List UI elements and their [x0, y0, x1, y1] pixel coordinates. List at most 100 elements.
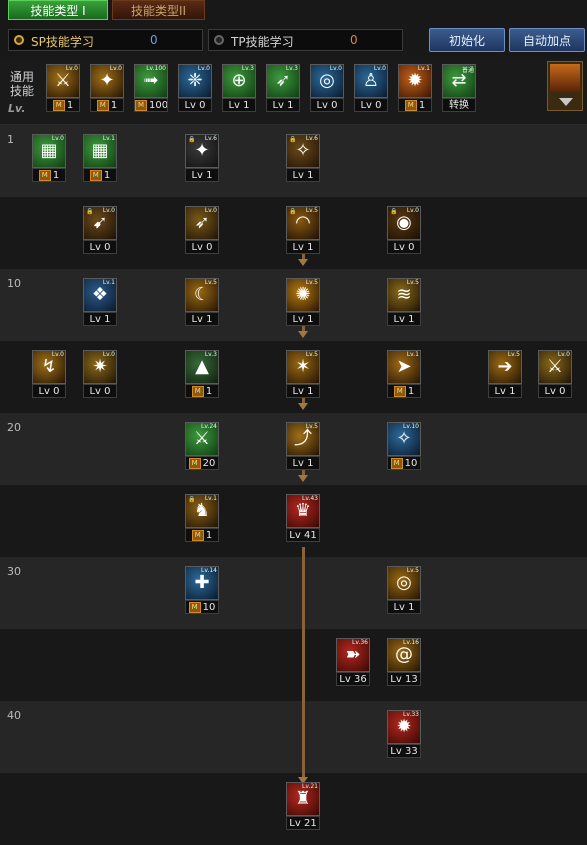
spin-icon[interactable]: Lv.0 ✷	[83, 350, 117, 384]
row-level-label: 30	[7, 565, 21, 578]
skill-slot[interactable]: Lv.1 ➤ M 1	[387, 350, 421, 398]
claw-icon[interactable]: Lv.0 ✦	[90, 64, 124, 98]
skill-slot[interactable]: 🔒 Lv.0 ◉ Lv 0	[387, 206, 421, 254]
slash-icon[interactable]: Lv.0 ⚔	[538, 350, 572, 384]
leap-icon[interactable]: Lv.0 ↯	[32, 350, 66, 384]
sprint-icon[interactable]: Lv.1 ➤	[387, 350, 421, 384]
skill-slot[interactable]: Lv.14 ✚ M 10	[185, 566, 219, 614]
skill-slot[interactable]: 🔒 Lv.6 ✦ Lv 1	[185, 134, 219, 182]
flame-icon[interactable]: Lv.1 ✹	[398, 64, 432, 98]
skill-slot[interactable]: Lv.5 ⤴ Lv 1	[286, 422, 320, 470]
row-level-label: 1	[7, 133, 14, 146]
skill-slot[interactable]: Lv.5 ☾ Lv 1	[185, 278, 219, 326]
common-skill-slot[interactable]: Lv.100 ➟ M 100	[134, 64, 168, 112]
wings-icon[interactable]: Lv.0 ❈	[178, 64, 212, 98]
common-skill-slot[interactable]: Lv.1 ✹ M 1	[398, 64, 432, 112]
skill-level-caption: M 10	[185, 600, 219, 614]
rush-icon[interactable]: Lv.5 ➔	[488, 350, 522, 384]
skill-slot[interactable]: Lv.33 ✹ Lv 33	[387, 710, 421, 758]
master-badge-icon: M	[390, 457, 403, 469]
auto-allocate-button[interactable]: 自动加点	[509, 28, 585, 52]
common-skill-slot[interactable]: Lv.0 ♙ Lv 0	[354, 64, 388, 112]
switch-icon[interactable]: 普通 ⇄	[442, 64, 476, 98]
common-skill-slot[interactable]: Lv.0 ⚔ M 1	[46, 64, 80, 112]
flurry-icon[interactable]: Lv.5 ✶	[286, 350, 320, 384]
skill-slot[interactable]: Lv.5 ✶ Lv 1	[286, 350, 320, 398]
tp-radio-icon[interactable]	[214, 35, 224, 45]
kick-icon[interactable]: 🔒 Lv.0 ➹	[83, 206, 117, 240]
skill-level-caption: M1	[46, 98, 80, 112]
running-icon[interactable]: Lv.3 ➶	[266, 64, 300, 98]
green-rune-icon[interactable]: Lv.0 ▦	[32, 134, 66, 168]
skill-slot[interactable]: Lv.5 ✺ Lv 1	[286, 278, 320, 326]
skill-slot[interactable]: Lv.5 ◎ Lv 1	[387, 566, 421, 614]
tp-points-panel[interactable]: TP技能学习 0	[208, 29, 403, 51]
skill-slot[interactable]: Lv.5 ≋ Lv 1	[387, 278, 421, 326]
skill-slot[interactable]: 🔒 Lv.1 ♞ M 1	[185, 494, 219, 542]
skill-slot[interactable]: Lv.16 @ Lv 13	[387, 638, 421, 686]
common-skill-slot[interactable]: 普通 ⇄ 转换	[442, 64, 476, 112]
skill-slot[interactable]: 🔒 Lv.5 ◠ Lv 1	[286, 206, 320, 254]
blade-icon[interactable]: 🔒 Lv.6 ✦	[185, 134, 219, 168]
skill-slot[interactable]: Lv.3 ▲ M 1	[185, 350, 219, 398]
target-icon[interactable]: Lv.3 ⊕	[222, 64, 256, 98]
swirl-icon[interactable]: Lv.16 @	[387, 638, 421, 672]
skill-slot[interactable]: Lv.0 ✷ Lv 0	[83, 350, 117, 398]
skill-slot[interactable]: Lv.24 ⚔ M 20	[185, 422, 219, 470]
skill-slot[interactable]: Lv.0 ➶ Lv 0	[185, 206, 219, 254]
wave-icon[interactable]: Lv.5 ≋	[387, 278, 421, 312]
common-label-line2: 技能	[10, 84, 35, 98]
stance-icon[interactable]: 🔒 Lv.1 ♞	[185, 494, 219, 528]
skill-level-caption: Lv 1	[286, 456, 320, 470]
burst-icon[interactable]: Lv.5 ✺	[286, 278, 320, 312]
common-skill-slot[interactable]: Lv.3 ➶ Lv 1	[266, 64, 300, 112]
common-skill-slot[interactable]: Lv.0 ◎ Lv 0	[310, 64, 344, 112]
sword-slash-icon[interactable]: Lv.0 ⚔	[46, 64, 80, 98]
common-skill-slot[interactable]: Lv.0 ❈ Lv 0	[178, 64, 212, 112]
vortex-icon[interactable]: Lv.0 ◎	[310, 64, 344, 98]
tab-skill-type-2[interactable]: 技能类型II	[112, 0, 205, 20]
skill-level-text: 1	[407, 386, 415, 397]
green-sword-icon[interactable]: Lv.24 ⚔	[185, 422, 219, 456]
skill-slot[interactable]: Lv.1 ❖ Lv 1	[83, 278, 117, 326]
skill-slot[interactable]: Lv.5 ➔ Lv 1	[488, 350, 522, 398]
skill-level-text: 1	[110, 100, 118, 111]
skill-slot[interactable]: Lv.36 ➽ Lv 36	[336, 638, 370, 686]
tab-label: 技能类型 I	[30, 4, 86, 18]
runner-icon[interactable]: Lv.0 ➶	[185, 206, 219, 240]
tab-skill-type-1[interactable]: 技能类型 I	[8, 0, 108, 20]
red-spin-icon[interactable]: Lv.33 ✹	[387, 710, 421, 744]
skill-slot[interactable]: Lv.0 ⚔ Lv 0	[538, 350, 572, 398]
character-portrait[interactable]	[547, 61, 583, 111]
common-skill-slot[interactable]: Lv.0 ✦ M 1	[90, 64, 124, 112]
skill-slot[interactable]: Lv.1 ▦ M 1	[83, 134, 117, 182]
reset-button[interactable]: 初始化	[429, 28, 505, 52]
skill-slot[interactable]: Lv.10 ✧ M 10	[387, 422, 421, 470]
sp-points-panel[interactable]: SP技能学习 0	[8, 29, 203, 51]
dash-icon[interactable]: Lv.100 ➟	[134, 64, 168, 98]
arc-slash-icon[interactable]: 🔒 Lv.5 ◠	[286, 206, 320, 240]
skill-slot[interactable]: Lv.43 ♛ Lv 41	[286, 494, 320, 542]
cross-icon[interactable]: Lv.14 ✚	[185, 566, 219, 600]
skill-slot[interactable]: Lv.0 ▦ M 1	[32, 134, 66, 182]
skill-glyph: ✦	[99, 70, 115, 91]
skill-slot[interactable]: 🔒 Lv.6 ✧ Lv 1	[286, 134, 320, 182]
uppercut-icon[interactable]: Lv.5 ⤴	[286, 422, 320, 456]
orb-icon[interactable]: 🔒 Lv.0 ◉	[387, 206, 421, 240]
crescent-icon[interactable]: Lv.5 ☾	[185, 278, 219, 312]
whirl-icon[interactable]: Lv.5 ◎	[387, 566, 421, 600]
skill-slot[interactable]: Lv.0 ↯ Lv 0	[32, 350, 66, 398]
skill-slot[interactable]: 🔒 Lv.0 ➹ Lv 0	[83, 206, 117, 254]
red-fighter-icon[interactable]: Lv.43 ♛	[286, 494, 320, 528]
red-dash-icon[interactable]: Lv.36 ➽	[336, 638, 370, 672]
hood-icon[interactable]: Lv.3 ▲	[185, 350, 219, 384]
figure-icon[interactable]: Lv.0 ♙	[354, 64, 388, 98]
red-final-icon[interactable]: Lv.21 ♜	[286, 782, 320, 816]
crystal-icon[interactable]: Lv.1 ❖	[83, 278, 117, 312]
green-rune-icon[interactable]: Lv.1 ▦	[83, 134, 117, 168]
common-skill-slot[interactable]: Lv.3 ⊕ Lv 1	[222, 64, 256, 112]
strike-icon[interactable]: 🔒 Lv.6 ✧	[286, 134, 320, 168]
sp-radio-icon[interactable]	[14, 35, 24, 45]
dropdown-arrow-icon[interactable]	[559, 98, 573, 106]
aura-icon[interactable]: Lv.10 ✧	[387, 422, 421, 456]
